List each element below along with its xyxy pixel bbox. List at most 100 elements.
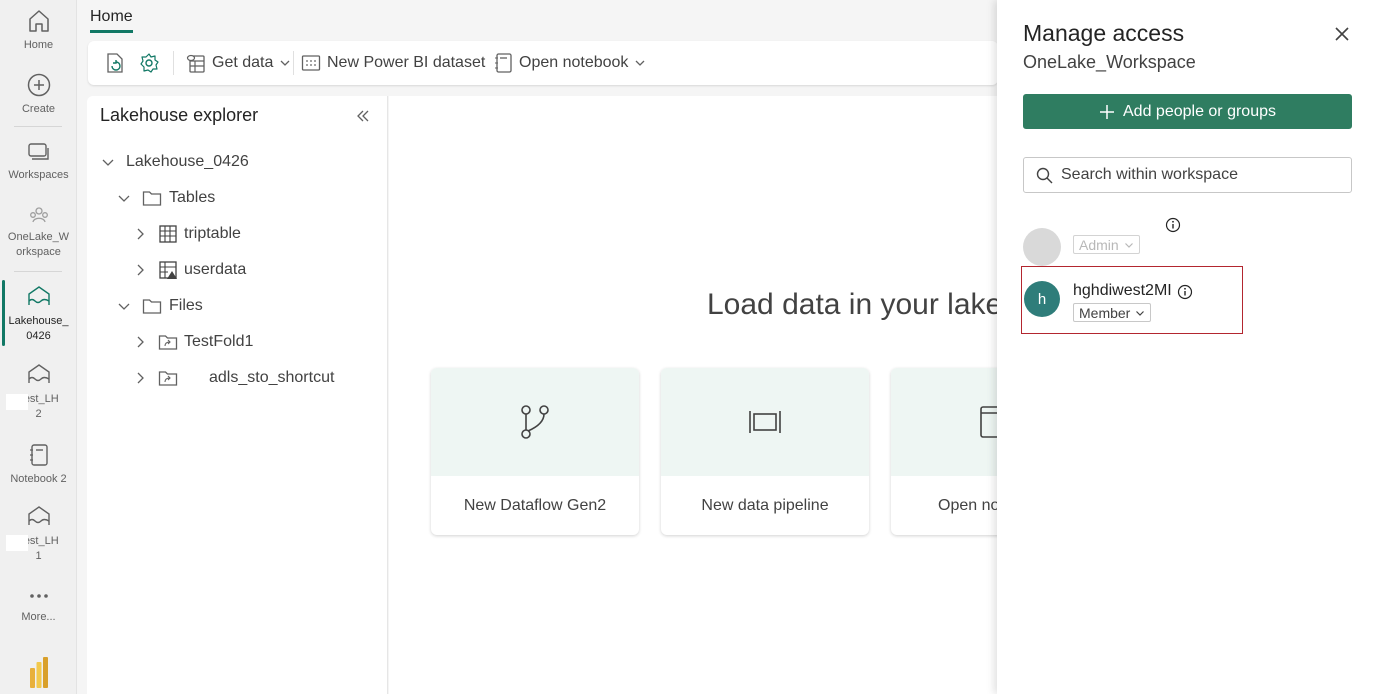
tree-label: Lakehouse_0426	[126, 153, 249, 170]
new-power-bi-dataset-button[interactable]: New Power BI dataset	[301, 41, 485, 85]
panel-subtitle: OneLake_Workspace	[1023, 52, 1196, 72]
create-plus-icon	[27, 73, 50, 97]
rail-item-more[interactable]: More...	[0, 586, 77, 625]
power-bi-logo-icon[interactable]	[28, 656, 50, 693]
tree-label: adls_sto_shortcut	[209, 369, 335, 386]
tree-node-tables[interactable]: Tables	[116, 186, 215, 210]
tree-node-table[interactable]: triptable	[132, 222, 241, 246]
rail-item-test-lh-2[interactable]: Test_LH 2	[0, 362, 77, 422]
tree-label: triptable	[184, 225, 241, 242]
more-ellipsis-icon	[29, 594, 48, 598]
refresh-icon	[107, 53, 123, 73]
load-data-heading: Load data in your lakeho	[707, 288, 1036, 321]
lakehouse-explorer: Lakehouse explorer Lakehouse_0426 Tables…	[87, 96, 388, 694]
card-label: New Dataflow Gen2	[463, 496, 607, 514]
rail-item-home[interactable]: Home	[0, 8, 77, 53]
rail-item-notebook-2[interactable]: Notebook 2	[0, 442, 77, 487]
chevron-right-icon	[132, 370, 148, 386]
ribbon-divider	[173, 51, 174, 75]
folder-icon	[142, 191, 162, 206]
rail-divider	[14, 271, 62, 272]
manage-access-panel: Manage access OneLake_Workspace Add peop…	[997, 0, 1379, 694]
main-canvas: Load data in your lakeho New Dataflow Ge…	[389, 96, 1099, 694]
collapse-pane-button[interactable]	[355, 108, 371, 129]
rail-label: Lakehouse_	[8, 315, 69, 327]
panel-title: Manage access	[1023, 20, 1185, 46]
home-icon	[28, 10, 49, 32]
table-warning-icon	[159, 261, 177, 279]
app-rail: Home Create Workspaces OneLake_W orkspac…	[0, 0, 77, 694]
tree-label: TestFold1	[184, 333, 254, 350]
get-data-label: Get data	[212, 54, 274, 71]
new-dataset-label: New Power BI dataset	[327, 54, 486, 71]
rail-label: Create	[21, 103, 56, 115]
table-icon	[159, 225, 177, 243]
role-dropdown[interactable]: Member	[1073, 303, 1152, 322]
rail-label: 1	[35, 550, 42, 562]
gear-icon	[140, 53, 159, 73]
new-dataflow-gen2-card[interactable]: New Dataflow Gen2	[431, 368, 639, 535]
lakehouse-icon	[27, 506, 50, 525]
member-name: hghdiwest2MI	[1073, 282, 1172, 299]
chevron-down-icon	[635, 60, 645, 66]
get-data-button[interactable]: Get data	[186, 41, 291, 85]
pipeline-icon	[749, 411, 781, 433]
rail-item-create[interactable]: Create	[0, 72, 77, 117]
tree-node-lakehouse[interactable]: Lakehouse_0426	[100, 150, 249, 174]
plus-icon	[1100, 104, 1114, 119]
search-icon	[1036, 167, 1053, 183]
refresh-button[interactable]	[104, 41, 126, 85]
close-button[interactable]	[1333, 25, 1353, 45]
tree-node-shortcut[interactable]: adls_sto_shortcut	[132, 366, 334, 390]
rail-item-test-lh-1[interactable]: Test_LH 1	[0, 504, 77, 564]
tree-node-table[interactable]: userdata	[132, 258, 246, 282]
chevron-down-icon	[116, 190, 132, 206]
rail-label: More...	[21, 611, 56, 623]
ribbon-toolbar: Get data New Power BI dataset Open noteb…	[88, 41, 998, 85]
chevron-down-icon	[1136, 310, 1145, 316]
shortcut-folder-icon	[158, 335, 178, 350]
rail-label: Workspaces	[8, 169, 69, 181]
role-label: Admin	[1079, 236, 1119, 253]
chevron-down-icon	[100, 154, 116, 170]
explorer-title: Lakehouse explorer	[100, 105, 259, 125]
role-dropdown[interactable]: Admin	[1073, 235, 1140, 254]
chevron-right-icon	[132, 262, 148, 278]
tree-node-folder[interactable]: TestFold1	[132, 330, 253, 354]
rail-label: Notebook 2	[10, 473, 67, 485]
tree-node-files[interactable]: Files	[116, 294, 203, 318]
open-notebook-button[interactable]: Open notebook	[493, 41, 646, 85]
search-input[interactable]	[1061, 166, 1341, 184]
rail-item-lakehouse-0426[interactable]: Lakehouse_ 0426	[0, 284, 77, 344]
close-icon	[1335, 27, 1349, 41]
chevron-down-icon	[1124, 242, 1133, 248]
lakehouse-icon	[27, 286, 50, 305]
info-icon[interactable]	[1177, 284, 1193, 305]
settings-button[interactable]	[138, 41, 160, 85]
role-label: Member	[1079, 304, 1131, 321]
dataflow-icon	[521, 405, 549, 439]
add-people-or-groups-button[interactable]: Add people or groups	[1023, 94, 1352, 129]
workspaces-icon	[27, 143, 49, 160]
rail-label: Home	[23, 39, 54, 51]
rail-item-workspaces[interactable]: Workspaces	[0, 140, 77, 183]
rail-divider	[14, 126, 62, 127]
info-icon[interactable]	[1165, 217, 1181, 238]
tree-label: Files	[169, 297, 203, 314]
rail-label: 0426	[26, 330, 51, 342]
ribbon-divider	[293, 51, 294, 75]
folder-icon	[142, 299, 162, 314]
chevron-right-icon	[132, 334, 148, 350]
shortcut-folder-icon	[158, 371, 178, 386]
double-chevron-left-icon	[357, 110, 369, 122]
card-label: New data pipeline	[701, 496, 829, 514]
tab-home[interactable]: Home	[90, 8, 133, 33]
lakehouse-icon	[27, 364, 50, 383]
notebook-icon	[495, 53, 512, 73]
get-data-icon	[186, 54, 205, 73]
new-data-pipeline-card[interactable]: New data pipeline	[661, 368, 869, 535]
rail-label: orkspace	[16, 246, 61, 258]
dataset-icon	[301, 55, 321, 71]
avatar: h	[1024, 281, 1060, 317]
rail-item-onelake-workspace[interactable]: OneLake_W orkspace	[0, 204, 77, 260]
